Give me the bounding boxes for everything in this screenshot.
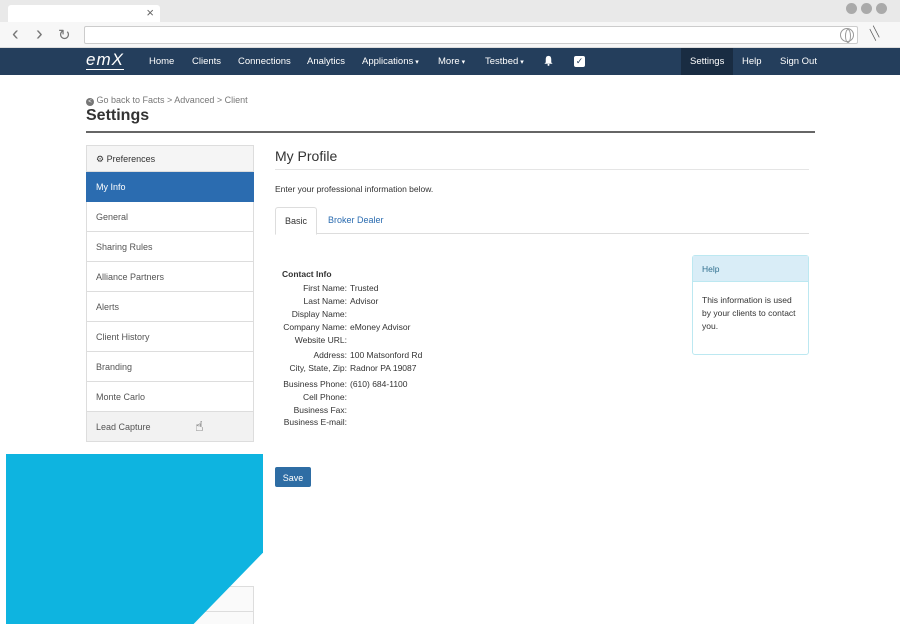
close-tab-icon[interactable]: × (146, 4, 154, 21)
title-divider (86, 131, 815, 133)
nav-sign-out[interactable]: Sign Out (780, 48, 817, 75)
nav-testbed[interactable]: Testbed ▾ (485, 48, 524, 75)
website-url-label: Website URL: (294, 335, 347, 345)
sidebar-item-branding[interactable]: Branding (86, 352, 254, 382)
sidebar-item-monte-carlo[interactable]: Monte Carlo (86, 382, 254, 412)
sidebar-item-my-info[interactable]: My Info (86, 172, 254, 202)
sidebar-item-general[interactable]: General (86, 202, 254, 232)
globe-icon (840, 28, 854, 43)
settings-sidebar: ⚙ Preferences My Info General Sharing Ru… (86, 145, 254, 442)
nav-settings[interactable]: Settings (681, 48, 734, 75)
nav-analytics[interactable]: Analytics (307, 48, 345, 75)
help-panel: Help This information is used by your cl… (692, 255, 809, 355)
last-name-label: Last Name: (303, 296, 347, 306)
help-panel-title: Help (693, 256, 808, 282)
sidebar-item-client-history[interactable]: Client History (86, 322, 254, 352)
extension-icon[interactable]: ⧸⧸ (865, 24, 884, 43)
company-name-label: Company Name: (283, 322, 347, 332)
display-name-label: Display Name: (291, 309, 347, 319)
sidebar-item-lead-capture[interactable]: Lead Capture (86, 412, 254, 442)
window-close-button[interactable] (876, 3, 887, 14)
business-fax-label: Business Fax: (293, 405, 347, 415)
gear-icon: ⚙ (96, 154, 105, 164)
browser-tab[interactable]: × (8, 5, 160, 22)
caret-down-icon: ▾ (461, 59, 466, 66)
caret-down-icon: ▾ (415, 59, 419, 66)
window-maximize-button[interactable] (861, 3, 872, 14)
cell-phone-label: Cell Phone: (303, 392, 347, 402)
address-label: Address: (313, 350, 347, 360)
business-phone-label: Business Phone: (283, 379, 347, 389)
arrow-circle-left-icon: < (86, 98, 94, 106)
company-name-value: eMoney Advisor (350, 322, 411, 332)
nav-testbed-label: Testbed (485, 56, 519, 67)
page-title: Settings (86, 107, 150, 124)
help-panel-body: This information is used by your clients… (702, 295, 796, 331)
section-title: My Profile (275, 148, 338, 164)
sidebar-header: ⚙ Preferences (86, 145, 254, 172)
nav-applications-label: Applications (362, 56, 414, 67)
contact-info-heading: Contact Info (282, 269, 332, 279)
tab-broker-dealer[interactable]: Broker Dealer (319, 207, 393, 234)
first-name-value: Trusted (350, 283, 379, 293)
bell-icon[interactable] (543, 55, 554, 66)
nav-more[interactable]: More ▾ (438, 48, 465, 75)
breadcrumb[interactable]: < Go back to Facts > Advanced > Client (86, 95, 248, 106)
forward-arrow-icon[interactable]: › (36, 24, 43, 44)
address-bar[interactable] (84, 26, 858, 44)
reload-icon[interactable]: ↻ (58, 26, 71, 46)
save-button[interactable]: Save (275, 467, 311, 487)
sidebar-item-alerts[interactable]: Alerts (86, 292, 254, 322)
window-minimize-button[interactable] (846, 3, 857, 14)
caret-down-icon: ▾ (520, 59, 524, 66)
tasks-check-icon[interactable]: ✓ (574, 56, 585, 67)
section-divider (275, 169, 809, 170)
browser-toolbar: ‹ › ↻ ⧸⧸ (0, 22, 900, 48)
city-state-zip-label: City, State, Zip: (289, 363, 347, 373)
browser-tab-strip: × (0, 0, 900, 22)
back-arrow-icon[interactable]: ‹ (12, 24, 19, 44)
breadcrumb-text: Go back to Facts > Advanced > Client (96, 95, 248, 105)
first-name-label: First Name: (303, 283, 347, 293)
nav-clients[interactable]: Clients (192, 48, 221, 75)
sidebar-item-alliance-partners[interactable]: Alliance Partners (86, 262, 254, 292)
address-value: 100 Matsonford Rd (350, 350, 423, 360)
tab-basic[interactable]: Basic (275, 207, 318, 235)
hand-cursor-icon: ☝ (195, 418, 204, 434)
profile-tabs: Basic Broker Dealer (275, 207, 809, 235)
nav-connections[interactable]: Connections (238, 48, 291, 75)
nav-applications[interactable]: Applications ▾ (362, 48, 419, 75)
intro-text: Enter your professional information belo… (275, 184, 434, 194)
business-phone-value: (610) 684-1100 (350, 379, 408, 389)
top-navbar: emX Home Clients Connections Analytics A… (0, 48, 900, 75)
sidebar-header-label: Preferences (106, 154, 156, 164)
city-state-zip-value: Radnor PA 19087 (350, 363, 417, 373)
nav-help[interactable]: Help (742, 48, 762, 75)
nav-more-label: More (438, 56, 460, 67)
sidebar-item-sharing-rules[interactable]: Sharing Rules (86, 232, 254, 262)
business-email-label: Business E-mail: (283, 417, 347, 427)
last-name-value: Advisor (350, 296, 379, 306)
emx-logo[interactable]: emX (86, 51, 124, 70)
nav-home[interactable]: Home (149, 48, 174, 75)
